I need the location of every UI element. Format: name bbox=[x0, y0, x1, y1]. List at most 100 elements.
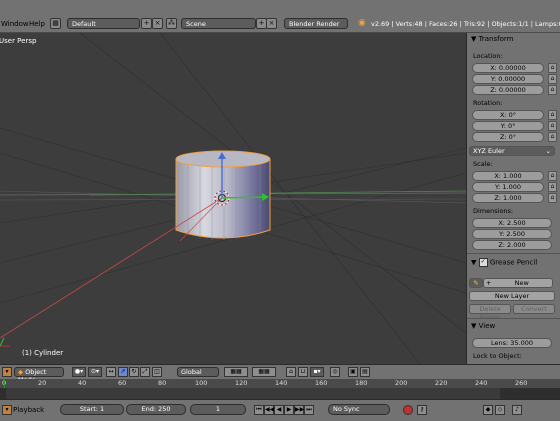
prev-keyframe-icon[interactable]: ◀◀ bbox=[264, 405, 274, 415]
rotation-z-field[interactable]: Z: 0° bbox=[472, 132, 544, 142]
location-y-field[interactable]: Y: 0.00000 bbox=[472, 74, 544, 84]
info-header: Window Help ▦ Default + × ⁂ Scene + × Bl… bbox=[0, 0, 560, 33]
menu-window[interactable]: Window bbox=[1, 20, 29, 28]
record-icon[interactable] bbox=[403, 405, 413, 415]
3d-view-header: ▾ ◆ Object Mode ●▾ ⊙▾ ↔ ↗ ↻ ⤢ ◫ Global ▦… bbox=[0, 364, 560, 384]
delete-frame-button[interactable]: Delete Frame bbox=[469, 304, 511, 321]
editor-type-icon[interactable]: ▾ bbox=[2, 405, 12, 415]
scene-icon[interactable]: ⁂ bbox=[166, 18, 177, 29]
timeline-tick: 260 bbox=[515, 379, 528, 387]
menu-help[interactable]: Help bbox=[29, 20, 45, 28]
audio-scrub-icon[interactable]: ♪ bbox=[512, 405, 522, 415]
timeline-tick: 240 bbox=[475, 379, 488, 387]
end-frame-field[interactable]: End: 250 bbox=[126, 404, 186, 415]
lock-to-object-label: Lock to Object: bbox=[473, 352, 522, 360]
next-keyframe-icon[interactable]: ▶▶ bbox=[294, 405, 304, 415]
render-image-icon[interactable]: ▣ bbox=[348, 367, 358, 377]
properties-panel: ▼ Transform Location: X: 0.00000 ⌂ Y: 0.… bbox=[466, 33, 560, 364]
start-frame-field[interactable]: Start: 1 bbox=[60, 404, 124, 415]
insert-keyframe-icon[interactable]: ◆ bbox=[483, 405, 493, 415]
view-perspective-label: User Persp bbox=[0, 37, 37, 45]
remove-scene-button[interactable]: × bbox=[266, 18, 277, 29]
dimensions-z-field[interactable]: Z: 2.000 bbox=[472, 240, 552, 250]
add-layout-button[interactable]: + bbox=[141, 18, 152, 29]
checkbox-checked-icon[interactable]: ✓ bbox=[478, 258, 488, 267]
transform-panel-header[interactable]: ▼ Transform bbox=[471, 35, 513, 43]
manipulator-toggle-icon[interactable]: ↔ bbox=[106, 367, 116, 377]
lock-icon[interactable]: ⌂ bbox=[548, 121, 557, 131]
new-gpencil-button[interactable]: + New bbox=[483, 278, 553, 288]
lock-icon[interactable]: ⌂ bbox=[548, 132, 557, 142]
rotation-mode-value: XYZ Euler bbox=[473, 147, 505, 155]
screen-layout-select[interactable]: Default bbox=[67, 18, 140, 29]
manipulator-space-icon[interactable]: ◫ bbox=[152, 367, 162, 377]
current-frame-field[interactable]: 1 bbox=[190, 404, 246, 415]
mode-select[interactable]: ◆ Object Mode bbox=[14, 367, 64, 384]
timeline-tick: 220 bbox=[435, 379, 448, 387]
timeline-tick: 20 bbox=[38, 379, 47, 387]
sync-mode-select[interactable]: No Sync bbox=[328, 404, 390, 415]
play-icon[interactable]: ▶ bbox=[284, 405, 294, 415]
scene-select[interactable]: Scene bbox=[181, 18, 256, 29]
pencil-icon[interactable]: ✎ bbox=[469, 278, 483, 288]
layers-block-icon[interactable]: ▦▦ bbox=[224, 367, 248, 377]
scale-z-field[interactable]: Z: 1.000 bbox=[472, 193, 544, 203]
convert-button[interactable]: Convert bbox=[513, 304, 555, 314]
jump-end-icon[interactable]: ⏭ bbox=[304, 405, 314, 415]
dimensions-label: Dimensions: bbox=[473, 207, 514, 215]
lock-icon[interactable]: ⌂ bbox=[548, 110, 557, 120]
transform-title: Transform bbox=[478, 35, 514, 43]
timeline-ruler[interactable]: 0 20 40 60 80 100 120 140 160 180 200 22… bbox=[0, 379, 560, 399]
timeline-tick: 100 bbox=[195, 379, 208, 387]
scale-y-field[interactable]: Y: 1.000 bbox=[472, 182, 544, 192]
keying-set-icon[interactable]: ⚷ bbox=[417, 405, 427, 415]
pivot-select[interactable]: ⊙▾ bbox=[88, 367, 102, 377]
lock-icon[interactable]: ⌂ bbox=[548, 63, 557, 73]
lock-icon[interactable]: ⌂ bbox=[548, 182, 557, 192]
jump-start-icon[interactable]: ⏮ bbox=[254, 405, 264, 415]
lock-icon[interactable]: ⌂ bbox=[548, 193, 557, 203]
snap-target-select[interactable]: ▪▾ bbox=[310, 367, 324, 377]
timeline-tick: 180 bbox=[355, 379, 368, 387]
layers-block-icon[interactable]: ▦▦ bbox=[252, 367, 276, 377]
scale-manipulator-icon[interactable]: ⤢ bbox=[140, 367, 150, 377]
view-panel-header[interactable]: ▼ View bbox=[471, 322, 495, 330]
dimensions-y-field[interactable]: Y: 2.500 bbox=[472, 229, 552, 239]
dimensions-x-field[interactable]: X: 2.500 bbox=[472, 218, 552, 228]
lens-field[interactable]: Lens: 35.000 bbox=[472, 338, 552, 348]
rotation-x-field[interactable]: X: 0° bbox=[472, 110, 544, 120]
orientation-select[interactable]: Global bbox=[177, 367, 219, 377]
rotation-label: Rotation: bbox=[473, 99, 503, 107]
translate-manipulator-icon[interactable]: ↗ bbox=[118, 367, 128, 377]
lock-icon[interactable]: ⌂ bbox=[548, 74, 557, 84]
timeline-tick: 40 bbox=[78, 379, 87, 387]
play-reverse-icon[interactable]: ◀ bbox=[274, 405, 284, 415]
new-layer-button[interactable]: New Layer bbox=[469, 291, 555, 301]
grease-pencil-panel-header[interactable]: ▼ ✓ Grease Pencil bbox=[471, 258, 537, 267]
rotation-y-field[interactable]: Y: 0° bbox=[472, 121, 544, 131]
frame-range-shade bbox=[500, 388, 560, 399]
rotate-manipulator-icon[interactable]: ↻ bbox=[129, 367, 139, 377]
render-animation-icon[interactable]: ▤ bbox=[360, 367, 370, 377]
location-x-field[interactable]: X: 0.00000 bbox=[472, 63, 544, 73]
screen-layout-icon[interactable]: ▦ bbox=[50, 18, 61, 29]
shading-select[interactable]: ●▾ bbox=[72, 367, 86, 377]
object-mode-icon: ◆ bbox=[18, 368, 23, 376]
render-engine-select[interactable]: Blender Render bbox=[284, 18, 348, 29]
3d-viewport[interactable]: User Persp (1) Cylinder bbox=[0, 33, 466, 364]
viewport-scene bbox=[0, 33, 466, 364]
scale-x-field[interactable]: X: 1.000 bbox=[472, 171, 544, 181]
timeline-tick: 120 bbox=[235, 379, 248, 387]
remove-layout-button[interactable]: × bbox=[152, 18, 163, 29]
proportional-edit-icon[interactable]: ◎ bbox=[330, 367, 340, 377]
rotation-mode-select[interactable]: XYZ Euler ⌄ bbox=[469, 146, 555, 156]
editor-type-icon[interactable]: ▾ bbox=[2, 367, 12, 377]
lock-icon[interactable]: ⌂ bbox=[548, 171, 557, 181]
playback-menu[interactable]: Playback bbox=[13, 406, 44, 414]
orientation-label: Global bbox=[181, 368, 202, 376]
location-z-field[interactable]: Z: 0.00000 bbox=[472, 85, 544, 95]
delete-keyframe-icon[interactable]: ◇ bbox=[495, 405, 505, 415]
layer-lock-icon[interactable]: ⌂ bbox=[286, 367, 296, 377]
lock-icon[interactable]: ⌂ bbox=[548, 85, 557, 95]
snap-icon[interactable]: ⊔ bbox=[298, 367, 308, 377]
